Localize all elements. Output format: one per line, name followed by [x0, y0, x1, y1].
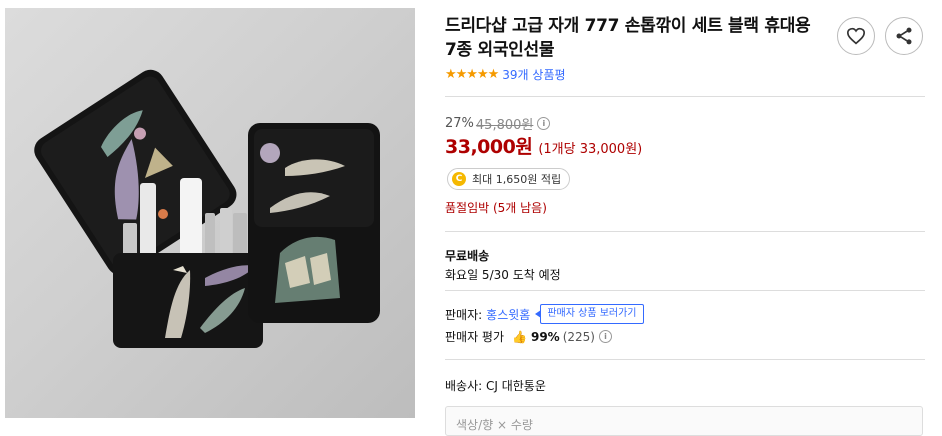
review-count-link[interactable]: 39개 상품평	[502, 66, 565, 83]
divider	[445, 231, 925, 232]
seller-rating-percent: 99%	[530, 329, 560, 344]
heart-icon	[846, 27, 866, 45]
discount-rate: 27%	[445, 116, 474, 131]
divider	[445, 290, 925, 291]
seller-rating-count: (225)	[562, 329, 595, 344]
thumbs-up-icon: 👍	[512, 329, 527, 344]
seller-row: 판매자: 홍스윗홈 판매자 상품 보러가기	[445, 304, 644, 324]
info-icon[interactable]: i	[598, 330, 612, 343]
share-button[interactable]	[885, 17, 923, 55]
low-stock-text: 품절임박 (5개 남음)	[445, 201, 547, 215]
star-rating-icon: ★★★★★	[445, 67, 499, 82]
divider	[445, 359, 925, 360]
shipping-title: 무료배송	[445, 249, 490, 263]
product-info-panel: 드리다샵 고급 자개 777 손톱깎이 세트 블랙 휴대용 7종 외국인선물 ★…	[445, 0, 925, 436]
product-rating: ★★★★★ 39개 상품평	[445, 66, 566, 83]
info-icon[interactable]: i	[537, 117, 551, 130]
reward-text: 최대 1,650원 적립	[472, 173, 562, 186]
reward-badge: C 최대 1,650원 적립	[447, 168, 571, 190]
discount-row: 27% 45,800원 i	[445, 114, 551, 133]
unit-price: (1개당 33,000원)	[538, 142, 643, 157]
original-price: 45,800원	[475, 118, 534, 133]
delivery-date: 화요일 5/30 도착 예정	[445, 268, 561, 282]
seller-rating-row: 판매자 평가 👍 99% (225) i	[445, 328, 612, 345]
price-row: 33,000원 (1개당 33,000원)	[445, 132, 642, 159]
courier-text: 배송사: CJ 대한통운	[445, 379, 546, 393]
seller-label: 판매자:	[445, 307, 483, 322]
seller-name-link[interactable]: 홍스윗홈	[486, 306, 530, 323]
share-icon	[896, 27, 912, 45]
seller-rating-label: 판매자 평가	[445, 330, 505, 344]
option-selector[interactable]: 색상/향 × 수량	[445, 406, 923, 436]
product-image[interactable]	[5, 8, 415, 418]
divider	[445, 96, 925, 97]
coin-icon: C	[452, 172, 466, 186]
option-selector-label: 색상/향 × 수량	[456, 418, 533, 432]
product-photo	[34, 69, 380, 348]
product-title: 드리다샵 고급 자개 777 손톱깎이 세트 블랙 휴대용 7종 외국인선물	[445, 16, 811, 60]
sale-price: 33,000원	[445, 136, 533, 158]
seller-products-tooltip[interactable]: 판매자 상품 보러가기	[535, 304, 644, 324]
wishlist-button[interactable]	[837, 17, 875, 55]
